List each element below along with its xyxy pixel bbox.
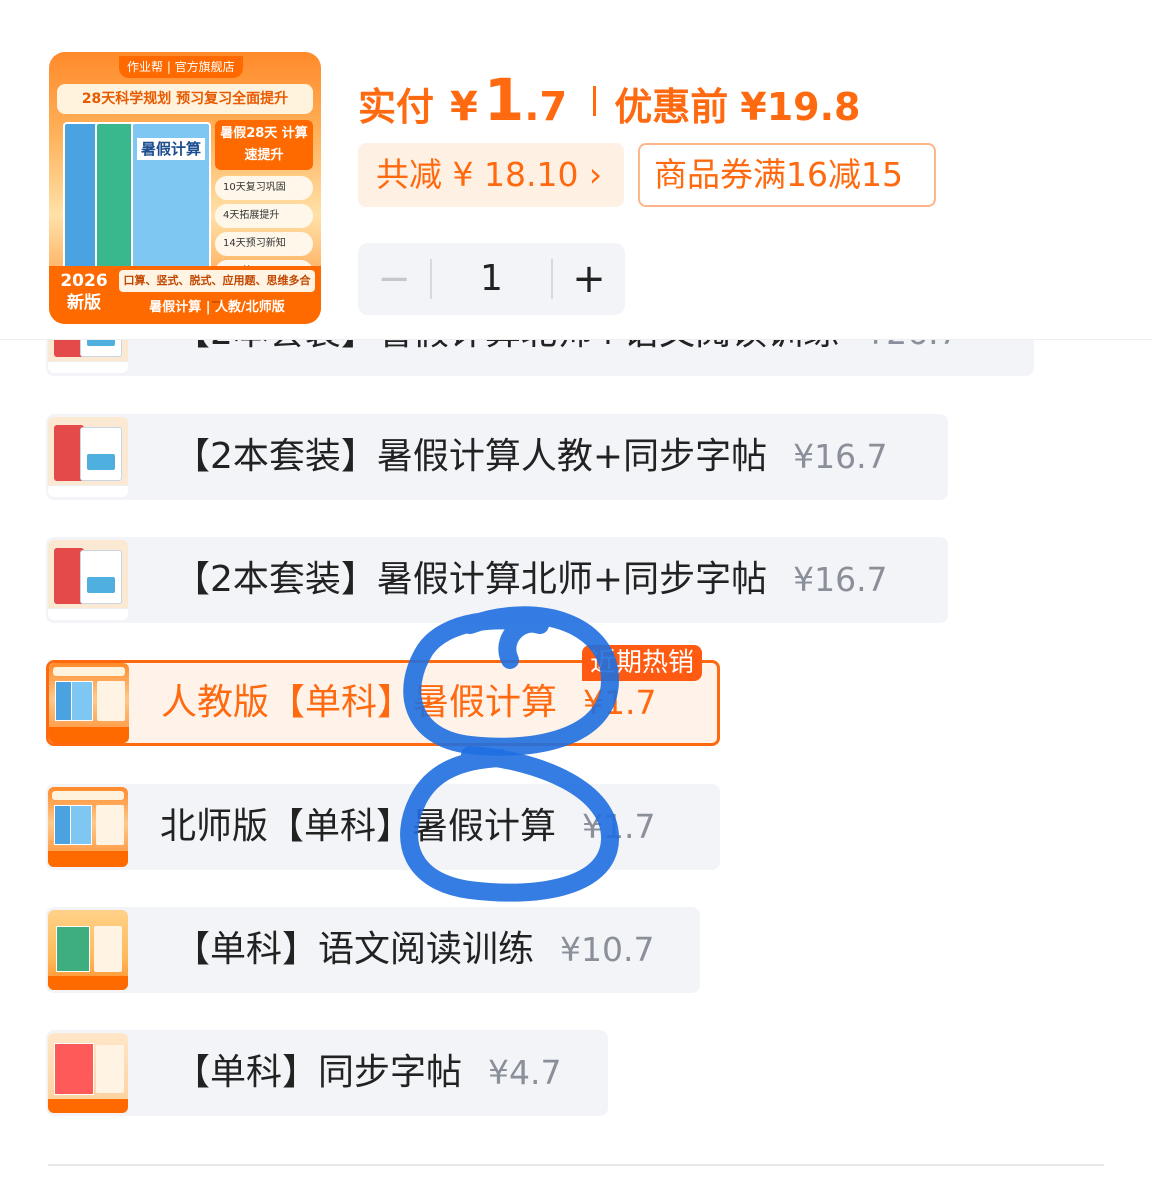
pay-currency: ¥: [450, 84, 478, 130]
variant-price: ¥1.7: [582, 807, 656, 846]
pay-price-integer: 1: [483, 66, 525, 134]
variant-thumbnail: [48, 540, 128, 620]
variant-name: 【2本套装】暑假计算北师+同步字帖: [174, 559, 768, 600]
variant-price: ¥4.7: [488, 1053, 562, 1092]
variant-option[interactable]: 【2本套装】暑假计算人教+同步字帖 ¥16.7: [46, 414, 948, 500]
image-footer: 2026 新版 口算、竖式、脱式、应用题、思维多合一 暑假计算 | 人教/北师版: [49, 266, 321, 324]
variant-option[interactable]: 北师版【单科】暑假计算 ¥1.7: [46, 784, 720, 870]
variant-thumbnail: [48, 910, 128, 990]
feature-item: 10天复习巩固: [215, 176, 313, 200]
variant-name: 【2本套装】暑假计算人教+同步字帖: [174, 436, 768, 477]
footer-line-2: 暑假计算 | 人教/北师版: [149, 300, 285, 315]
coupon-chip: 商品券满16减15: [638, 143, 936, 207]
image-badge: 暑假28天 计算速提升: [215, 120, 313, 170]
variant-option[interactable]: 【单科】语文阅读训练 ¥10.7: [46, 907, 700, 993]
original-price-label: 优惠前: [614, 85, 729, 129]
increase-quantity-button[interactable]: +: [553, 243, 625, 315]
product-header: 作业帮 | 官方旗舰店 28天科学规划 预习复习全面提升 暑假计算 暑假28天 …: [0, 0, 1152, 340]
bottom-divider: [48, 1164, 1104, 1166]
hot-sale-tag: 近期热销: [582, 645, 703, 681]
discount-detail-button[interactable]: 共减 ¥ 18.10 ›: [358, 143, 624, 207]
variant-name: 人教版【单科】暑假计算: [161, 682, 558, 723]
variant-thumbnail: [48, 1033, 128, 1113]
product-image[interactable]: 作业帮 | 官方旗舰店 28天科学规划 预习复习全面提升 暑假计算 暑假28天 …: [49, 52, 321, 324]
store-tag: 作业帮 | 官方旗舰店: [119, 56, 243, 78]
variant-thumbnail: [48, 417, 128, 497]
variant-price: ¥1.7: [583, 683, 657, 722]
variant-price: ¥16.7: [793, 560, 888, 599]
variant-name: 【单科】同步字帖: [174, 1052, 463, 1093]
variant-name: 【单科】语文阅读训练: [174, 929, 535, 970]
variant-option[interactable]: 【单科】同步字帖 ¥4.7: [46, 1030, 608, 1116]
variant-price: ¥10.7: [560, 930, 655, 969]
quantity-stepper: − 1 +: [358, 243, 625, 315]
image-headline: 28天科学规划 预习复习全面提升: [57, 84, 313, 114]
pay-label: 实付: [358, 85, 435, 129]
variant-name: 北师版【单科】暑假计算: [160, 806, 557, 847]
variant-option[interactable]: 【2本套装】暑假计算北师+同步字帖 ¥16.7: [46, 537, 948, 623]
book-title: 暑假计算: [137, 138, 205, 160]
original-price: ¥19.8: [740, 85, 861, 129]
pay-price-decimal: .7: [524, 84, 568, 130]
edition-year: 2026 新版: [60, 271, 108, 313]
variant-thumbnail: [48, 787, 128, 867]
feature-item: 4天拓展提升: [215, 204, 313, 228]
footer-line-1: 口算、竖式、脱式、应用题、思维多合一: [119, 270, 315, 309]
variant-price: ¥16.7: [793, 437, 888, 476]
decrease-quantity-button[interactable]: −: [358, 243, 430, 315]
price-divider: [593, 86, 597, 116]
book-cover: 暑假计算: [131, 122, 211, 272]
feature-item: 14天预习新知: [215, 232, 313, 256]
price-row: 实付 ¥ 1 .7 优惠前 ¥19.8: [358, 66, 860, 136]
quantity-value[interactable]: 1: [432, 243, 551, 315]
variant-thumbnail: [49, 663, 129, 743]
